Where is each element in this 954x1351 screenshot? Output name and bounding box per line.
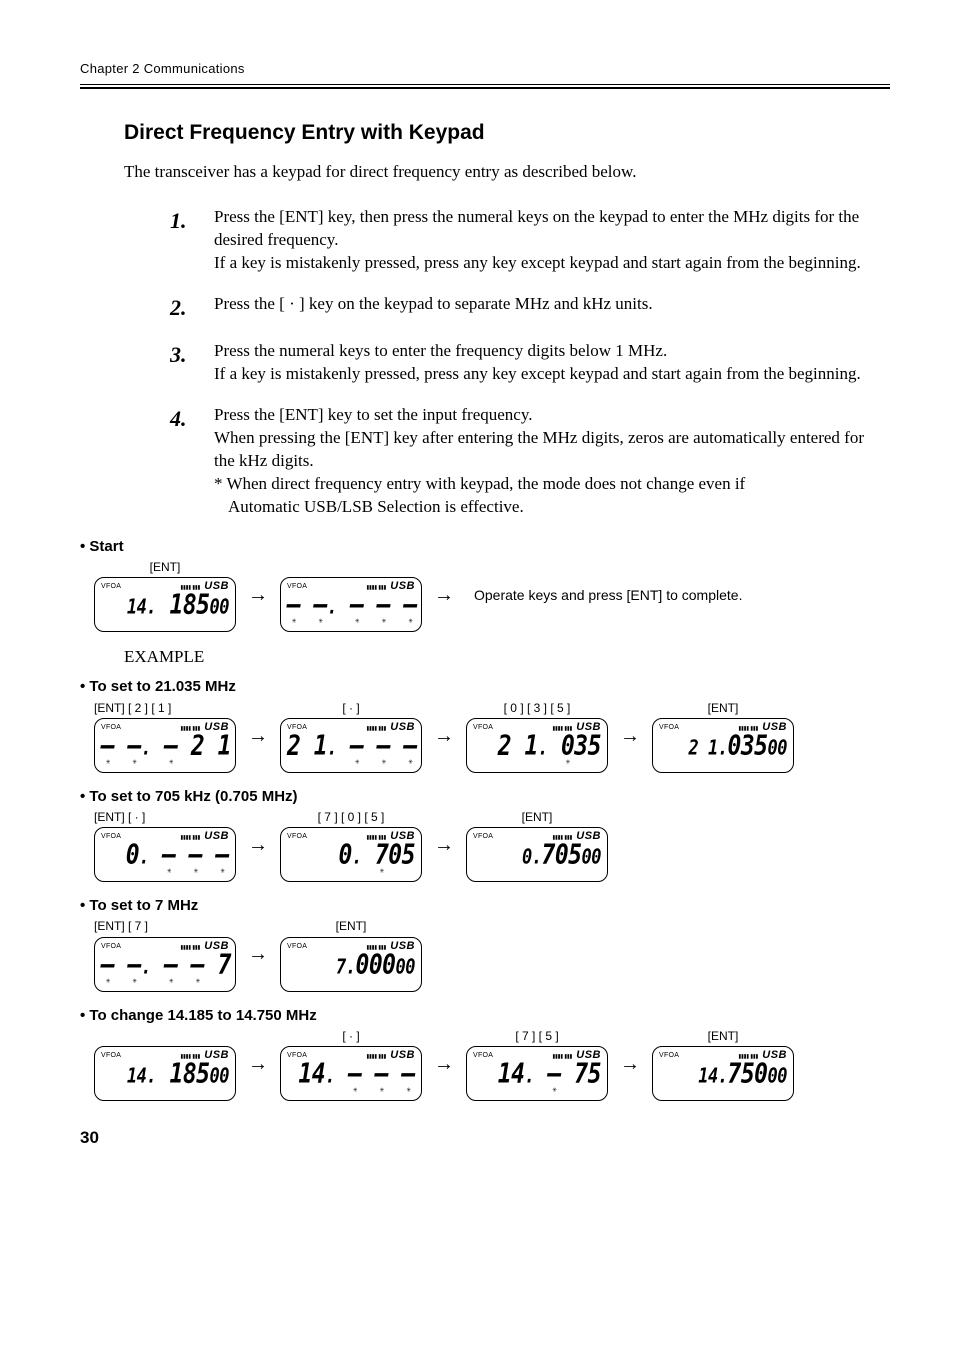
intro-text: The transceiver has a keypad for direct … <box>124 161 890 184</box>
lcd-display: VFOA▮▮▮▮ ▮▮▮ USB 14. 18500 <box>94 1046 236 1101</box>
arrow-icon: → <box>620 723 640 750</box>
vfoa-indicator: VFOA <box>101 584 121 590</box>
step-text: When pressing the [ENT] key after enteri… <box>214 427 880 473</box>
arrow-icon: → <box>248 941 268 968</box>
lcd-display: VFOA▮▮▮▮ ▮▮▮ USB 7.00000 <box>280 937 422 992</box>
step-number: 1. <box>170 206 214 275</box>
key-sequence: [ENT] [ · ] <box>94 809 236 825</box>
page-number: 30 <box>80 1127 890 1150</box>
arrow-icon: → <box>248 723 268 750</box>
key-sequence: [ENT] <box>652 1028 794 1044</box>
arrow-icon: → <box>248 582 268 609</box>
start-label: • Start <box>80 537 890 557</box>
lcd-display: VFOA▮▮▮▮ ▮▮▮ USB 2 1.03500 <box>652 718 794 773</box>
step-1: 1. Press the [ENT] key, then press the n… <box>170 206 890 275</box>
vfoa-indicator: VFOA <box>473 1053 493 1059</box>
example-1-label: • To set to 21.035 MHz <box>80 677 890 697</box>
flow-instruction: Operate keys and press [ENT] to complete… <box>474 586 742 605</box>
step-number: 2. <box>170 293 214 323</box>
example-4-label: • To change 14.185 to 14.750 MHz <box>80 1006 890 1026</box>
arrow-icon: → <box>434 723 454 750</box>
key-sequence: [ENT] <box>652 700 794 716</box>
key-sequence: [ENT] <box>466 809 608 825</box>
example-3-label: • To set to 7 MHz <box>80 896 890 916</box>
key-sequence: [ 7 ] [ 0 ] [ 5 ] <box>280 809 422 825</box>
lcd-display: VFOA▮▮▮▮ ▮▮▮ USB 00. – – – <box>94 827 236 882</box>
key-sequence: [ 0 ] [ 3 ] [ 5 ] <box>466 700 608 716</box>
arrow-icon: → <box>434 1051 454 1078</box>
lcd-display: VFOA▮▮▮▮ ▮▮▮ USB 14.75000 <box>652 1046 794 1101</box>
arrow-icon: → <box>620 1051 640 1078</box>
vfoa-indicator: VFOA <box>287 944 307 950</box>
vfoa-indicator: VFOA <box>101 1053 121 1059</box>
lcd-display: VFOA▮▮▮▮ ▮▮▮ USB 00. 705 <box>280 827 422 882</box>
step-number: 3. <box>170 340 214 386</box>
step-text: Press the numeral keys to enter the freq… <box>214 340 880 363</box>
vfoa-indicator: VFOA <box>659 1053 679 1059</box>
lcd-display: VFOA▮▮▮▮ ▮▮▮ USB – –. – – 7 <box>94 937 236 992</box>
arrow-icon: → <box>434 832 454 859</box>
lcd-display: VFOA▮▮▮▮ ▮▮▮ USB 14. – – – <box>280 1046 422 1101</box>
key-sequence: [ · ] <box>280 700 422 716</box>
key-sequence: [ENT] [ 2 ] [ 1 ] <box>94 700 236 716</box>
lcd-display: VFOA▮▮▮▮ ▮▮▮ USB 2 1. 035 <box>466 718 608 773</box>
vfoa-indicator: VFOA <box>473 834 493 840</box>
step-4: 4. Press the [ENT] key to set the input … <box>170 404 890 519</box>
vfoa-indicator: VFOA <box>101 834 121 840</box>
example-heading: EXAMPLE <box>124 646 890 669</box>
lcd-display: VFOA▮▮▮▮ ▮▮▮ USB 14. – 75 <box>466 1046 608 1101</box>
lcd-display: VFOA▮▮▮▮ ▮▮▮ USB 2 1. – – – <box>280 718 422 773</box>
key-sequence: [ · ] <box>280 1028 422 1044</box>
step-note: * When direct frequency entry with keypa… <box>214 473 880 496</box>
key-sequence: [ENT] [ 7 ] <box>94 918 236 934</box>
header-rule <box>80 84 890 89</box>
lcd-display: VFOA▮▮▮▮ ▮▮▮ USB 0.70500 <box>466 827 608 882</box>
step-number: 4. <box>170 404 214 519</box>
step-text: Press the [ENT] key, then press the nume… <box>214 206 880 252</box>
lcd-display: VFOA▮▮▮▮ ▮▮▮ USB – –. – – – <box>280 577 422 632</box>
key-sequence: [ 7 ] [ 5 ] <box>466 1028 608 1044</box>
step-text: If a key is mistakenly pressed, press an… <box>214 252 880 275</box>
step-2: 2. Press the [ · ] key on the keypad to … <box>170 293 890 323</box>
vfoa-indicator: VFOA <box>473 725 493 731</box>
lcd-display: VFOA▮▮▮▮ ▮▮▮ USB – –. – 2 1 <box>94 718 236 773</box>
arrow-icon: → <box>248 832 268 859</box>
section-title: Direct Frequency Entry with Keypad <box>124 119 890 147</box>
example-2-label: • To set to 705 kHz (0.705 MHz) <box>80 787 890 807</box>
chapter-header: Chapter 2 Communications <box>80 60 890 78</box>
arrow-icon: → <box>434 582 454 609</box>
lcd-display: VFOA▮▮▮▮ ▮▮▮ USB 14. 18500 <box>94 577 236 632</box>
step-3: 3. Press the numeral keys to enter the f… <box>170 340 890 386</box>
step-text: Press the [ENT] key to set the input fre… <box>214 404 880 427</box>
vfoa-indicator: VFOA <box>287 834 307 840</box>
step-text: Press the [ · ] key on the keypad to sep… <box>214 293 880 316</box>
key-sequence: [ENT] <box>94 559 236 575</box>
vfoa-indicator: VFOA <box>659 725 679 731</box>
step-note: Automatic USB/LSB Selection is effective… <box>214 496 880 519</box>
step-text: If a key is mistakenly pressed, press an… <box>214 363 880 386</box>
arrow-icon: → <box>248 1051 268 1078</box>
key-sequence: [ENT] <box>280 918 422 934</box>
